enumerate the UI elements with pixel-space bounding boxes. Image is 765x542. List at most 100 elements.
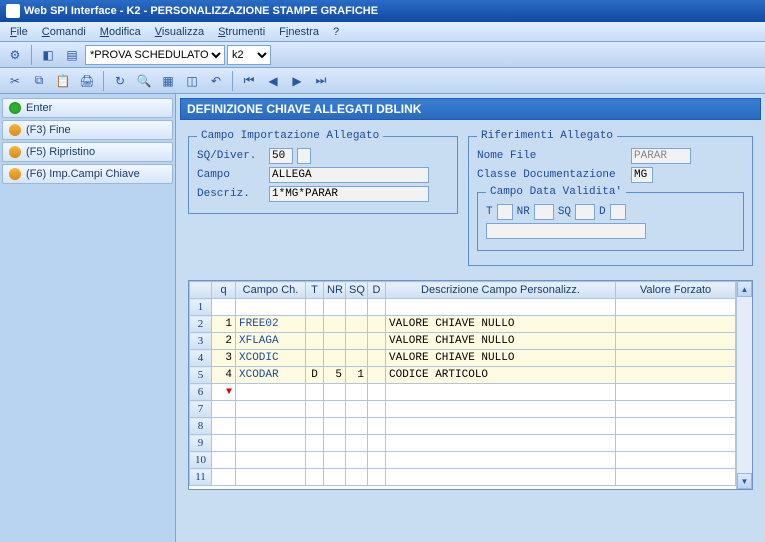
menu-visualizza[interactable]: Visualizza xyxy=(149,24,210,40)
data-grid[interactable]: q Campo Ch. T NR SQ D Descrizione Campo … xyxy=(189,281,736,486)
cell[interactable]: ▼ xyxy=(212,384,236,401)
col-t[interactable]: T xyxy=(306,282,324,299)
cell[interactable] xyxy=(212,418,236,435)
cell[interactable] xyxy=(236,435,306,452)
tb-box-icon[interactable]: ◧ xyxy=(37,44,59,66)
sidebar-enter[interactable]: Enter xyxy=(2,98,173,118)
cell[interactable]: 2 xyxy=(212,333,236,350)
cell[interactable]: 4 xyxy=(190,350,212,367)
cell[interactable]: XFLAGA xyxy=(236,333,306,350)
cell[interactable] xyxy=(616,333,736,350)
cell[interactable] xyxy=(324,401,346,418)
cell[interactable] xyxy=(346,333,368,350)
cell[interactable] xyxy=(306,333,324,350)
cell[interactable] xyxy=(236,401,306,418)
cell[interactable] xyxy=(306,299,324,316)
cell[interactable]: 4 xyxy=(212,367,236,384)
grid-scrollbar[interactable]: ▲ ▼ xyxy=(736,281,752,489)
tb-prev-icon[interactable]: ◀ xyxy=(262,70,284,92)
cell[interactable] xyxy=(346,469,368,486)
table-row[interactable]: 43XCODICVALORE CHIAVE NULLO xyxy=(190,350,736,367)
cell[interactable] xyxy=(346,452,368,469)
sidebar-f5[interactable]: (F5) Ripristino xyxy=(2,142,173,162)
cell[interactable] xyxy=(368,435,386,452)
input-sqdiver2[interactable] xyxy=(297,148,311,164)
cell[interactable] xyxy=(306,469,324,486)
table-row[interactable]: 54XCODARD51CODICE ARTICOLO xyxy=(190,367,736,384)
cell[interactable]: 8 xyxy=(190,418,212,435)
cell[interactable] xyxy=(368,350,386,367)
cell[interactable] xyxy=(306,418,324,435)
col-d[interactable]: D xyxy=(368,282,386,299)
menu-finestra[interactable]: Finestra xyxy=(273,24,325,40)
tb-find-icon[interactable]: 🔍 xyxy=(133,70,155,92)
cell[interactable] xyxy=(616,401,736,418)
cell[interactable] xyxy=(306,350,324,367)
table-row[interactable]: 32XFLAGAVALORE CHIAVE NULLO xyxy=(190,333,736,350)
tb-refresh-icon[interactable]: ↻ xyxy=(109,70,131,92)
cell[interactable] xyxy=(212,435,236,452)
menu-comandi[interactable]: Comandi xyxy=(36,24,92,40)
tb-last-icon[interactable]: ⏭ xyxy=(310,70,332,92)
cell[interactable] xyxy=(212,299,236,316)
cell[interactable] xyxy=(386,435,616,452)
cell[interactable] xyxy=(616,384,736,401)
cell[interactable] xyxy=(324,333,346,350)
tb-grid-icon[interactable]: ▦ xyxy=(157,70,179,92)
cell[interactable]: 1 xyxy=(190,299,212,316)
input-sqdiver[interactable] xyxy=(269,148,293,164)
table-row[interactable]: 8 xyxy=(190,418,736,435)
cell[interactable] xyxy=(212,452,236,469)
cell[interactable] xyxy=(346,435,368,452)
tb-copy-icon[interactable]: ⧉ xyxy=(28,70,50,92)
cell[interactable]: 11 xyxy=(190,469,212,486)
cell[interactable] xyxy=(324,384,346,401)
cell[interactable] xyxy=(616,452,736,469)
scroll-up-icon[interactable]: ▲ xyxy=(737,281,752,297)
cell[interactable]: 9 xyxy=(190,435,212,452)
cell[interactable]: D xyxy=(306,367,324,384)
cell[interactable] xyxy=(346,350,368,367)
cell[interactable] xyxy=(324,435,346,452)
cell[interactable] xyxy=(346,316,368,333)
cell[interactable]: XCODAR xyxy=(236,367,306,384)
table-row[interactable]: 21FREE02VALORE CHIAVE NULLO xyxy=(190,316,736,333)
cell[interactable] xyxy=(386,452,616,469)
cell[interactable]: FREE02 xyxy=(236,316,306,333)
cell[interactable] xyxy=(346,401,368,418)
input-classe[interactable] xyxy=(631,167,653,183)
cell[interactable]: 7 xyxy=(190,401,212,418)
table-row[interactable]: 11 xyxy=(190,469,736,486)
cell[interactable]: 1 xyxy=(212,316,236,333)
cell[interactable] xyxy=(616,469,736,486)
cell[interactable] xyxy=(616,418,736,435)
tb-paste-icon[interactable]: 📋 xyxy=(52,70,74,92)
cell[interactable]: 3 xyxy=(190,333,212,350)
tb-doc-icon[interactable]: ▤ xyxy=(61,44,83,66)
cell[interactable] xyxy=(324,299,346,316)
cell[interactable] xyxy=(616,299,736,316)
col-nr[interactable]: NR xyxy=(324,282,346,299)
cell[interactable] xyxy=(386,299,616,316)
cell[interactable] xyxy=(236,384,306,401)
menu-help[interactable]: ? xyxy=(327,24,345,40)
sidebar-f3[interactable]: (F3) Fine xyxy=(2,120,173,140)
cell[interactable]: 5 xyxy=(190,367,212,384)
cell[interactable] xyxy=(324,350,346,367)
cell[interactable] xyxy=(236,418,306,435)
cell[interactable] xyxy=(616,435,736,452)
input-nomefile[interactable] xyxy=(631,148,691,164)
col-rownum[interactable] xyxy=(190,282,212,299)
cell[interactable] xyxy=(346,418,368,435)
cell[interactable] xyxy=(306,435,324,452)
input-t[interactable] xyxy=(497,204,513,220)
menu-modifica[interactable]: Modifica xyxy=(94,24,147,40)
input-campo[interactable] xyxy=(269,167,429,183)
scroll-track[interactable] xyxy=(737,297,752,473)
col-campo[interactable]: Campo Ch. xyxy=(236,282,306,299)
table-row[interactable]: 10 xyxy=(190,452,736,469)
cell[interactable] xyxy=(386,418,616,435)
cell[interactable] xyxy=(306,384,324,401)
table-row[interactable]: 6▼ xyxy=(190,384,736,401)
tb-cut-icon[interactable]: ✂ xyxy=(4,70,26,92)
